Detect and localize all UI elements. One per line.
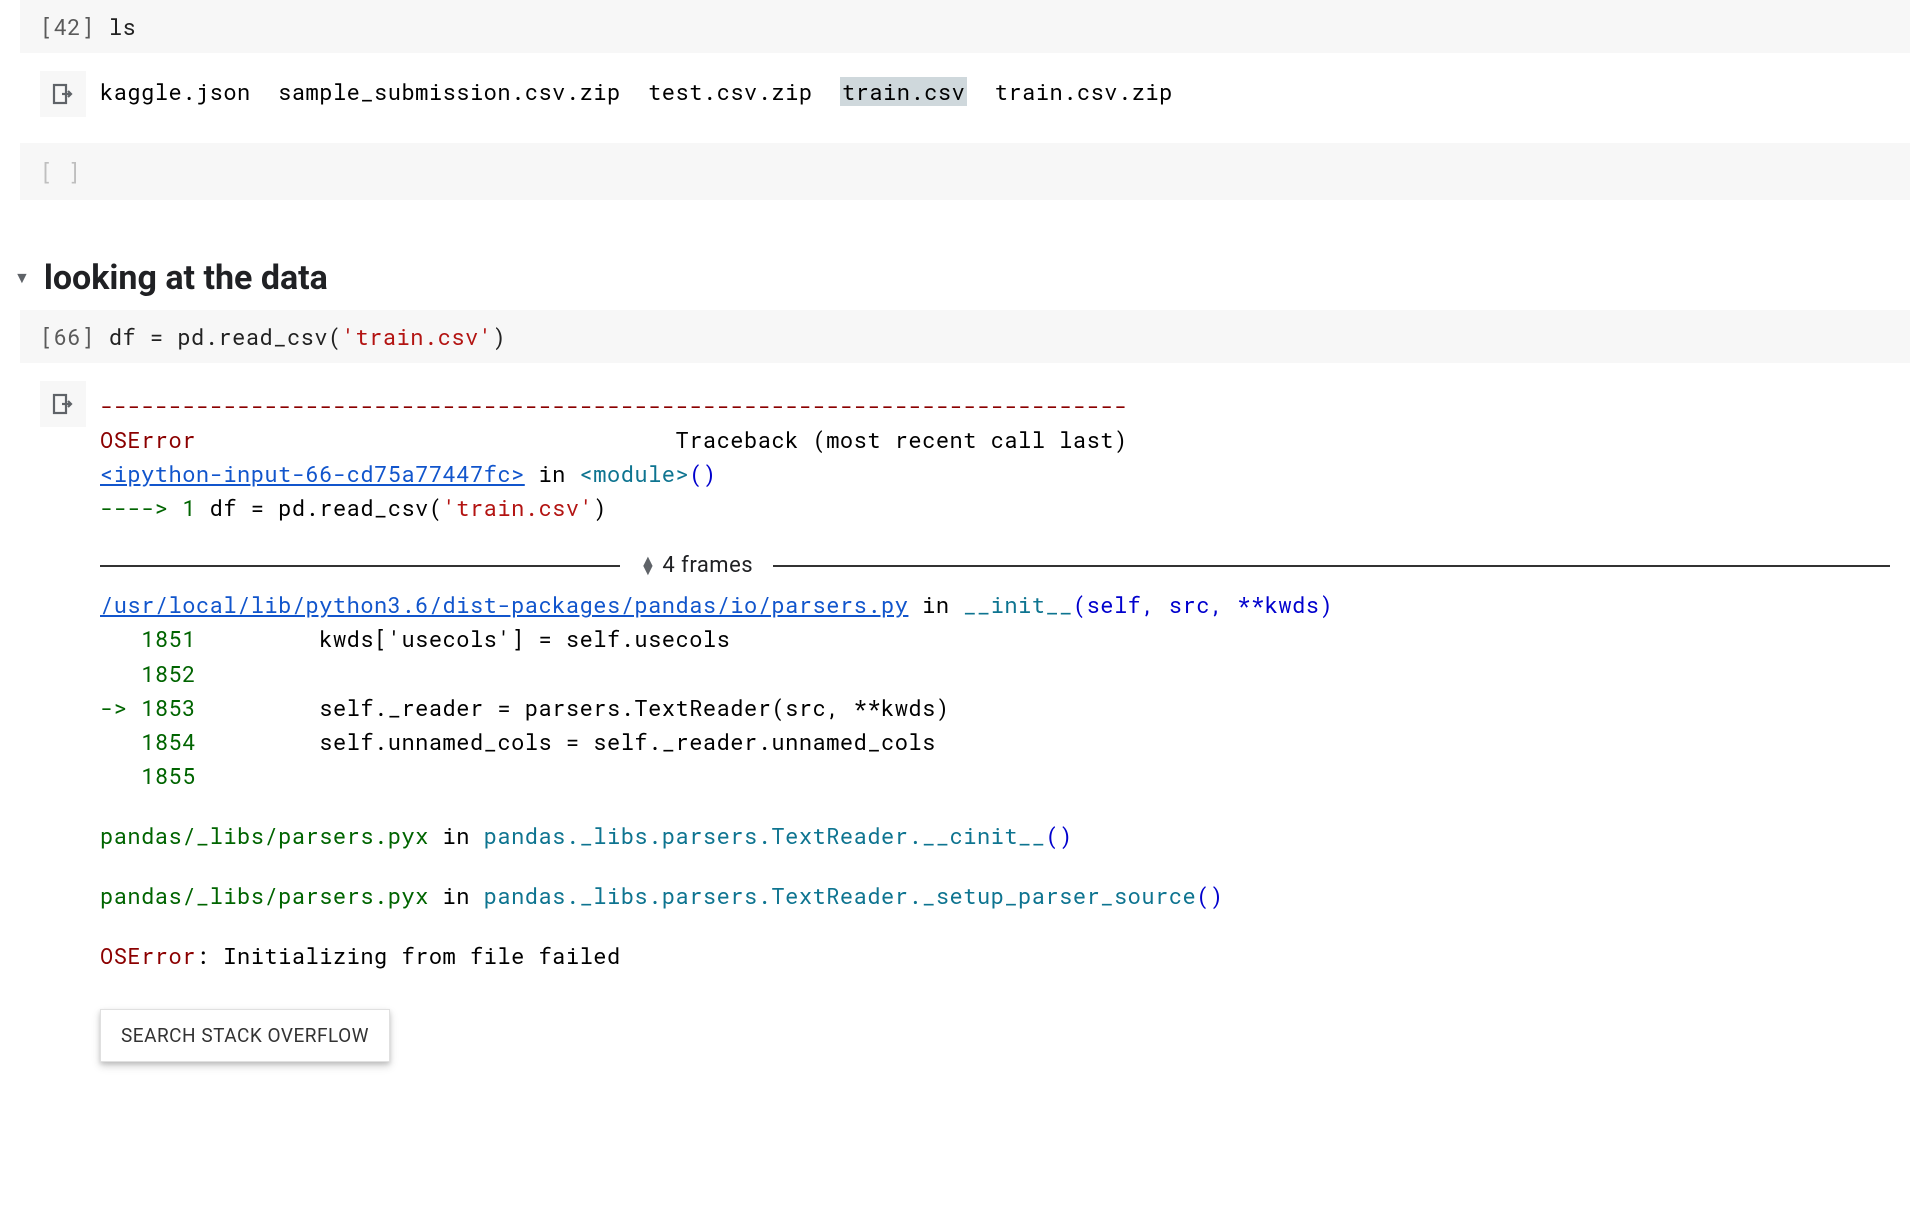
traceback-code-line-current: -> 1853 self._reader = parsers.TextReade… — [100, 691, 1890, 725]
traceback-code-line: 1851 kwds['usecols'] = self.usecols — [100, 622, 1890, 656]
traceback-code-line: 1855 — [100, 759, 1890, 793]
file-name-highlighted: train.csv — [840, 77, 967, 106]
traceback-final-error: OSError: Initializing from file failed — [100, 939, 1890, 973]
cell-prompt: [42] — [40, 12, 95, 41]
parsers-file-link[interactable]: /usr/local/lib/python3.6/dist-packages/p… — [100, 590, 908, 619]
frames-toggle-button[interactable]: ▲▼ 4 frames — [640, 553, 753, 578]
frames-label: 4 frames — [662, 553, 753, 578]
frames-expander[interactable]: ▲▼ 4 frames — [100, 553, 1890, 578]
divider-line — [100, 565, 620, 567]
collapse-caret-icon[interactable]: ▼ — [14, 268, 30, 288]
file-name: sample_submission.csv.zip — [278, 77, 621, 106]
traceback-code-line: 1852 — [100, 657, 1890, 691]
code-cell-input[interactable]: [66] df = pd.read_csv('train.csv') — [20, 310, 1910, 363]
code-cell-input[interactable]: [42] ls — [20, 0, 1910, 53]
sort-icon: ▲▼ — [640, 557, 656, 575]
section-title: looking at the data — [44, 258, 328, 298]
file-name: test.csv.zip — [648, 77, 812, 106]
traceback-pyx-line: pandas/_libs/parsers.pyx in pandas._libs… — [100, 879, 1890, 913]
cell-prompt-empty: [ ] — [40, 157, 81, 186]
divider-line — [773, 565, 1890, 567]
output-indicator-icon[interactable] — [40, 71, 86, 117]
traceback-header: OSError Traceback (most recent call last… — [100, 423, 1890, 457]
traceback-divider: ----------------------------------------… — [100, 389, 1890, 423]
search-stack-overflow-button[interactable]: SEARCH STACK OVERFLOW — [100, 1009, 390, 1062]
file-name: train.csv.zip — [995, 77, 1173, 106]
output-indicator-icon[interactable] — [40, 381, 86, 427]
section-header[interactable]: ▼ looking at the data — [20, 258, 1910, 298]
cell-prompt: [66] — [40, 322, 95, 351]
ipython-input-link[interactable]: <ipython-input-66-cd75a77447fc> — [100, 459, 525, 488]
traceback-pyx-line: pandas/_libs/parsers.pyx in pandas._libs… — [100, 819, 1890, 853]
traceback-arrow-line: ----> 1 df = pd.read_csv('train.csv') — [100, 491, 1890, 525]
traceback-code-line: 1854 self.unnamed_cols = self._reader.un… — [100, 725, 1890, 759]
ls-output: kaggle.json sample_submission.csv.zip te… — [100, 71, 1890, 106]
file-name: kaggle.json — [100, 77, 251, 106]
traceback: ----------------------------------------… — [100, 381, 1890, 1062]
cell-code: ls — [109, 12, 136, 41]
cell-output-error: ----------------------------------------… — [20, 363, 1910, 1080]
empty-code-cell[interactable]: [ ] — [20, 143, 1910, 200]
cell-code: df = pd.read_csv('train.csv') — [109, 322, 506, 351]
traceback-file: /usr/local/lib/python3.6/dist-packages/p… — [100, 588, 1890, 622]
cell-output: kaggle.json sample_submission.csv.zip te… — [20, 53, 1910, 135]
traceback-source: <ipython-input-66-cd75a77447fc> in <modu… — [100, 457, 1890, 491]
